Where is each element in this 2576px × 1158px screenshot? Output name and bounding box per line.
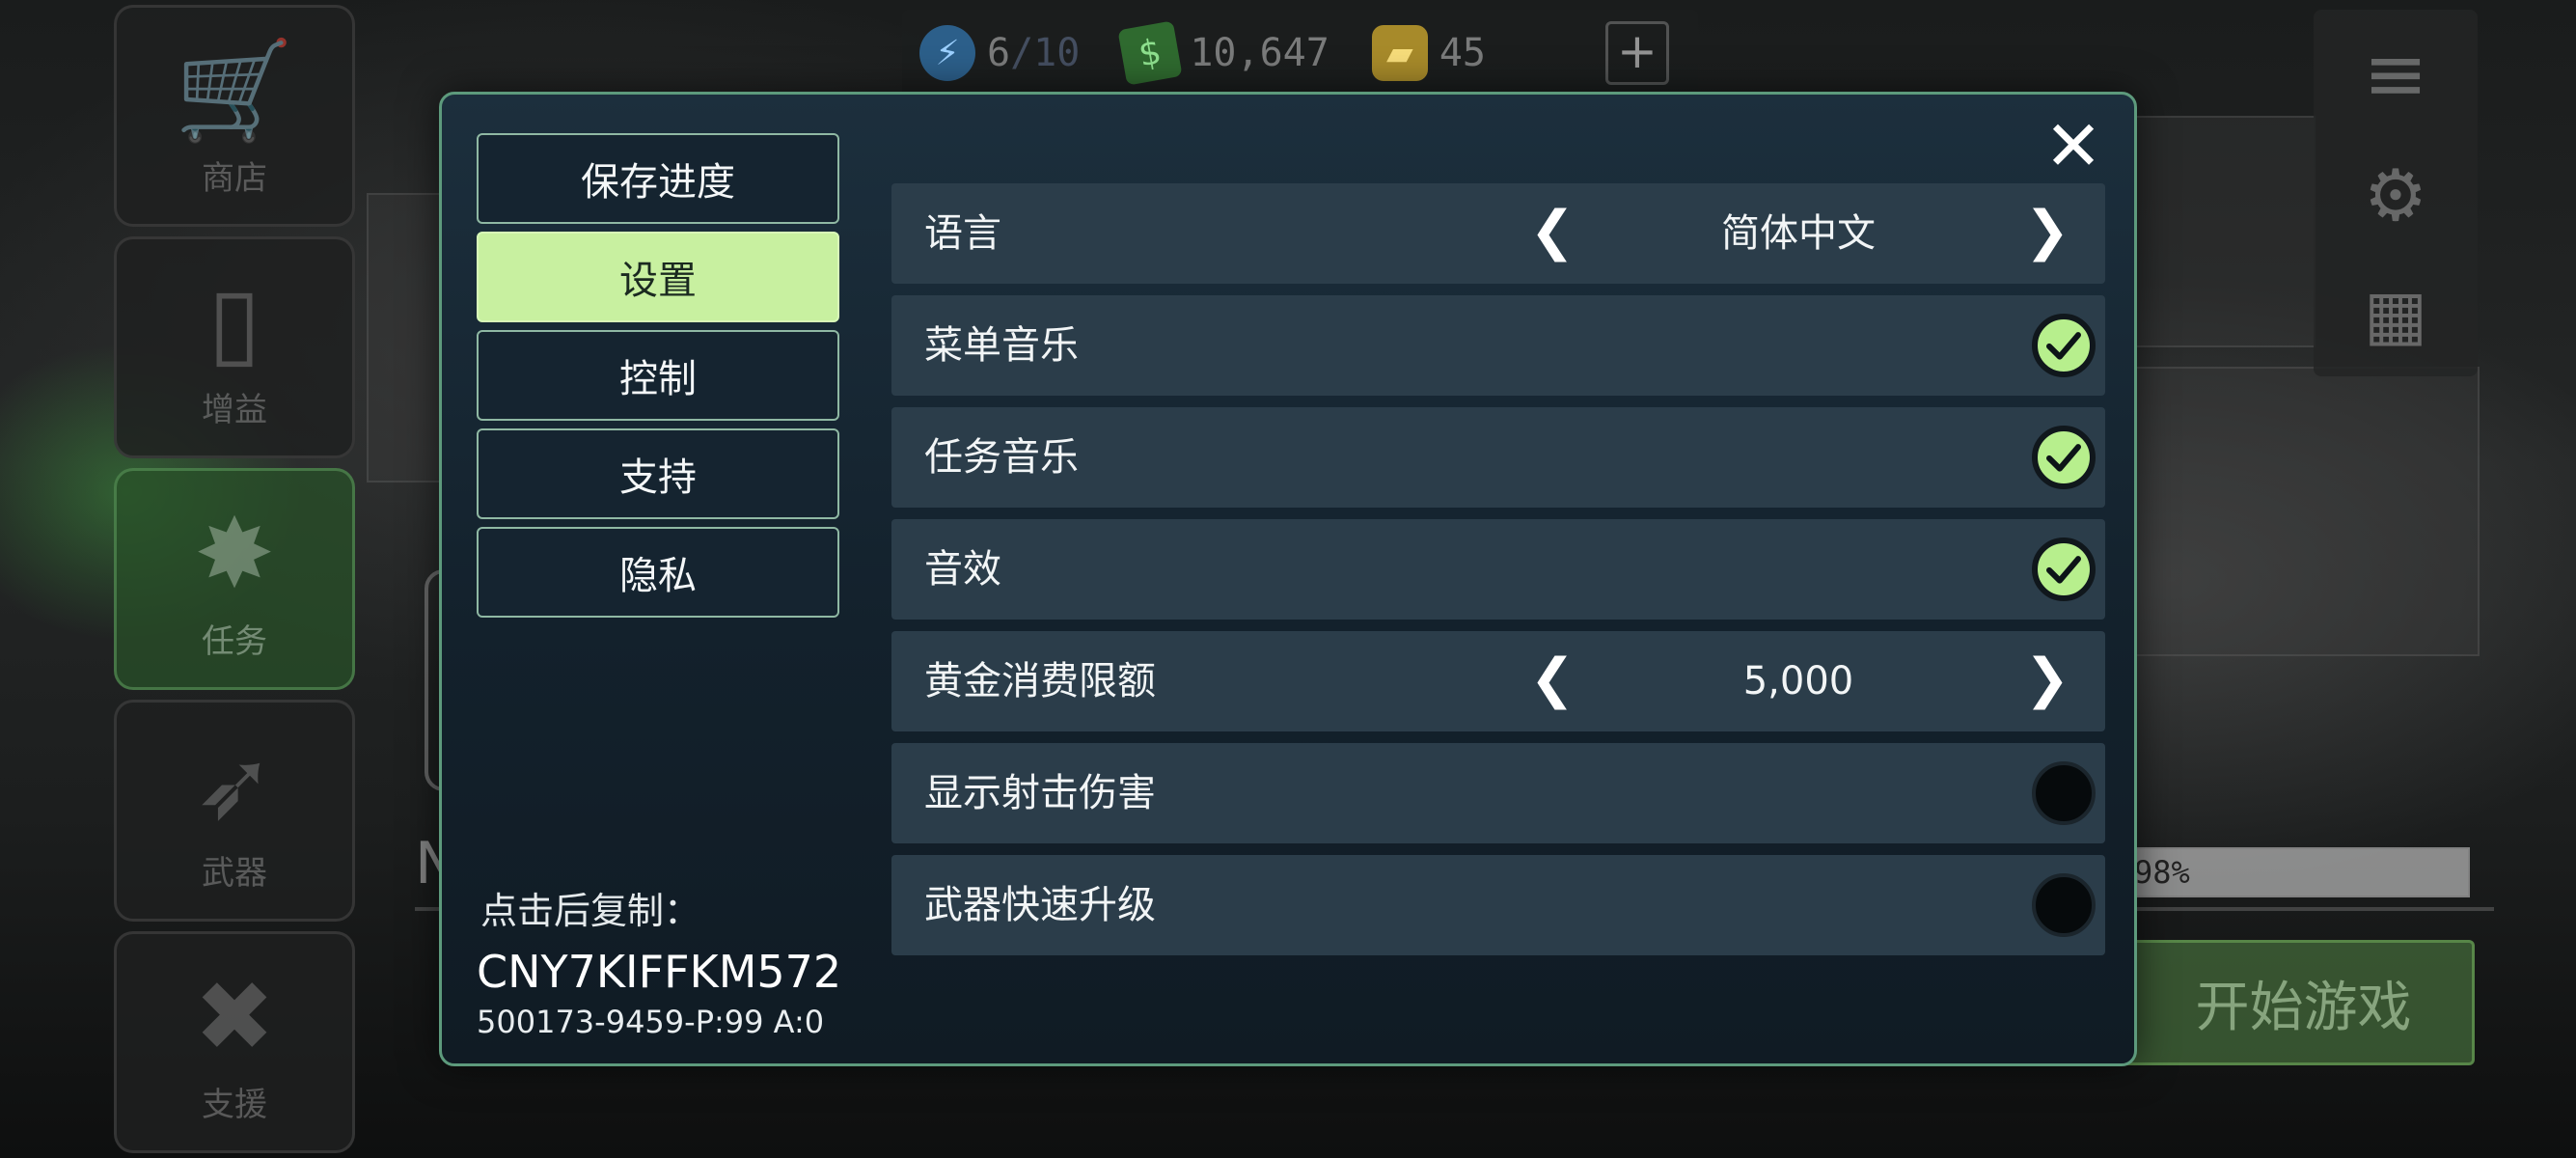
setting-label: 语言 bbox=[924, 211, 1001, 256]
show-damage-toggle[interactable] bbox=[2032, 761, 2096, 825]
player-id[interactable]: 500173-9459-P:99 A:0 bbox=[477, 1004, 863, 1040]
energy-current: 6 bbox=[987, 31, 1011, 75]
setting-row-menu-music: 菜单音乐 bbox=[891, 295, 2105, 396]
quick-upgrade-toggle[interactable] bbox=[2032, 873, 2096, 937]
cash-counter: $ 10,647 bbox=[1117, 20, 1329, 86]
setting-row-show-damage: 显示射击伤害 bbox=[891, 743, 2105, 843]
chevron-left-icon[interactable]: ❮ bbox=[1523, 201, 1581, 266]
setting-label: 武器快速升级 bbox=[924, 883, 1156, 927]
side-nav-label: 商店 bbox=[202, 159, 267, 198]
side-nav-support[interactable]: ✖ 支援 bbox=[114, 931, 355, 1153]
setting-label: 音效 bbox=[924, 547, 1001, 592]
tools-icon: ✖ bbox=[194, 960, 275, 1073]
chevron-left-icon[interactable]: ❮ bbox=[1523, 648, 1581, 714]
setting-row-gold-limit: 黄金消费限额 ❮ 5,000 ❯ bbox=[891, 631, 2105, 731]
copy-label: 点击后复制： bbox=[480, 890, 701, 932]
setting-label: 黄金消费限额 bbox=[924, 659, 1156, 703]
energy-counter: ⚡ 6/10 bbox=[919, 25, 1080, 81]
setting-label: 菜单音乐 bbox=[924, 323, 1079, 368]
copy-id-area[interactable]: 点击后复制： CNY7KIFFKM572 500173-9459-P:99 A:… bbox=[477, 881, 863, 1040]
right-menu: ≡ ⚙ ▦ bbox=[2314, 10, 2478, 376]
tab-privacy[interactable]: 隐私 bbox=[477, 527, 839, 618]
background-building bbox=[2123, 116, 2316, 347]
sound-effects-toggle[interactable] bbox=[2032, 538, 2096, 601]
gold-bar-icon: ▰ bbox=[1371, 25, 1428, 81]
setting-label: 任务音乐 bbox=[924, 435, 1079, 480]
gold-limit-value: 5,000 bbox=[1742, 659, 1854, 703]
energy-max: /10 bbox=[1010, 31, 1081, 75]
side-nav-label: 支援 bbox=[202, 1086, 267, 1124]
side-nav-shop[interactable]: 🛒 商店 bbox=[114, 5, 355, 227]
side-nav-label: 武器 bbox=[202, 854, 267, 893]
checkmark-icon bbox=[2046, 444, 2081, 472]
tab-save-progress[interactable]: 保存进度 bbox=[477, 133, 839, 224]
tab-support[interactable]: 支持 bbox=[477, 428, 839, 519]
cash-value: 10,647 bbox=[1190, 31, 1329, 75]
side-nav-missions[interactable]: ✸ 任务 bbox=[114, 468, 355, 690]
setting-row-quick-upgrade: 武器快速升级 bbox=[891, 855, 2105, 955]
settings-list: 语言 ❮ 简体中文 ❯ 菜单音乐 任务音乐 音效 黄金消费限额 ❮ 5,000 … bbox=[891, 183, 2107, 967]
player-code[interactable]: CNY7KIFFKM572 bbox=[477, 944, 863, 1000]
setting-row-sound-effects: 音效 bbox=[891, 519, 2105, 620]
setting-row-mission-music: 任务音乐 bbox=[891, 407, 2105, 508]
modal-tabs: 保存进度 设置 控制 支持 隐私 bbox=[477, 133, 839, 625]
close-icon[interactable]: ✕ bbox=[2040, 111, 2107, 180]
checkmark-icon bbox=[2046, 332, 2081, 360]
resource-bar: ⚡ 6/10 $ 10,647 ▰ 45 + bbox=[902, 10, 1698, 96]
side-nav-label: 增益 bbox=[202, 391, 267, 429]
missile-icon: ➶ bbox=[194, 729, 275, 841]
checkmark-icon bbox=[2046, 556, 2081, 584]
tab-controls[interactable]: 控制 bbox=[477, 330, 839, 421]
cash-icon: $ bbox=[1117, 20, 1183, 86]
setting-label: 显示射击伤害 bbox=[924, 771, 1156, 815]
chevron-right-icon[interactable]: ❯ bbox=[2018, 648, 2076, 714]
chevron-right-icon[interactable]: ❯ bbox=[2018, 201, 2076, 266]
gear-icon[interactable]: ⚙ bbox=[2314, 154, 2478, 237]
mission-music-toggle[interactable] bbox=[2032, 426, 2096, 489]
add-currency-button[interactable]: + bbox=[1605, 21, 1669, 85]
gold-value: 45 bbox=[1439, 31, 1487, 75]
tab-settings[interactable]: 设置 bbox=[477, 232, 839, 322]
settings-modal: ✕ 保存进度 设置 控制 支持 隐私 点击后复制： CNY7KIFFKM572 … bbox=[439, 92, 2137, 1066]
setting-row-language: 语言 ❮ 简体中文 ❯ bbox=[891, 183, 2105, 284]
menu-music-toggle[interactable] bbox=[2032, 314, 2096, 377]
side-nav-boosts[interactable]: ▯ 增益 bbox=[114, 236, 355, 458]
cart-icon: 🛒 bbox=[174, 34, 295, 147]
cards-icon: ▯ bbox=[207, 265, 261, 378]
hamburger-menu-icon[interactable]: ≡ bbox=[2314, 29, 2478, 119]
gold-counter: ▰ 45 bbox=[1371, 25, 1487, 81]
side-nav-label: 任务 bbox=[202, 622, 267, 661]
calendar-icon[interactable]: ▦ bbox=[2314, 275, 2478, 354]
language-value: 简体中文 bbox=[1721, 211, 1876, 256]
side-nav-weapons[interactable]: ➶ 武器 bbox=[114, 700, 355, 922]
explosion-icon: ✸ bbox=[194, 497, 275, 610]
lightning-icon: ⚡ bbox=[919, 25, 975, 81]
